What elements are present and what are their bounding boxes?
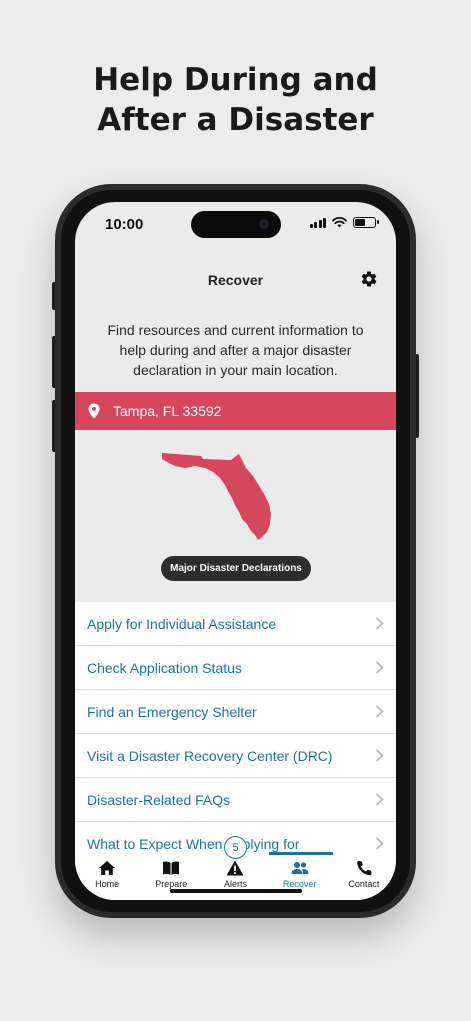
- florida-map: [162, 453, 271, 540]
- chevron-right-icon: [375, 705, 384, 718]
- tab-recover[interactable]: Recover: [268, 854, 332, 900]
- camera-icon: [259, 219, 269, 229]
- list-item-label: Disaster-Related FAQs: [87, 791, 231, 808]
- marketing-headline: Help During and After a Disaster: [0, 60, 471, 140]
- cellular-signal-icon: [309, 217, 326, 228]
- intro-text: Find resources and current information t…: [107, 322, 364, 378]
- tab-label: Alerts: [223, 879, 247, 889]
- page-title: Recover: [207, 272, 264, 288]
- chevron-right-icon: [375, 837, 384, 850]
- resource-list: Apply for Individual Assistance Check Ap…: [75, 602, 396, 854]
- list-item-label: Apply for Individual Assistance: [87, 615, 277, 632]
- active-tab-indicator: [269, 852, 333, 855]
- location-pin-icon: [88, 403, 100, 419]
- phone-icon: [357, 861, 372, 876]
- battery-icon: [353, 217, 379, 228]
- chevron-right-icon: [375, 661, 384, 674]
- tab-label: Home: [95, 879, 120, 889]
- list-item-check-application-status[interactable]: Check Application Status: [75, 646, 396, 690]
- phone-screen: 10:00 Recover Find resources and current…: [75, 202, 396, 900]
- status-icons: [309, 217, 379, 228]
- list-item-label: Visit a Disaster Recovery Center (DRC): [87, 747, 333, 764]
- chevron-right-icon: [375, 793, 384, 806]
- tab-label: Contact: [348, 879, 380, 889]
- list-item-label: Check Application Status: [87, 659, 242, 676]
- home-icon: [99, 861, 116, 875]
- headline-line-1: Help During and: [93, 62, 378, 98]
- status-bar: 10:00: [75, 202, 396, 248]
- major-disaster-declarations-button[interactable]: Major Disaster Declarations: [161, 556, 311, 581]
- wifi-icon: [332, 217, 347, 228]
- tab-alerts[interactable]: Alerts: [203, 854, 267, 900]
- location-bar[interactable]: Tampa, FL 33592: [75, 392, 396, 430]
- tab-label: Recover: [282, 879, 317, 889]
- list-item-apply-individual-assistance[interactable]: Apply for Individual Assistance: [75, 602, 396, 646]
- headline-line-2: After a Disaster: [97, 102, 374, 138]
- tab-contact[interactable]: Contact: [332, 854, 396, 900]
- dynamic-island: [191, 211, 281, 238]
- list-item-find-emergency-shelter[interactable]: Find an Emergency Shelter: [75, 690, 396, 734]
- book-icon: [163, 861, 180, 875]
- phone-frame: 10:00 Recover Find resources and current…: [55, 184, 416, 918]
- status-time: 10:00: [105, 216, 144, 233]
- people-icon: [291, 862, 309, 874]
- tab-home[interactable]: Home: [75, 854, 139, 900]
- gear-icon[interactable]: [360, 270, 378, 288]
- list-item-label: Find an Emergency Shelter: [87, 703, 257, 720]
- tab-prepare[interactable]: Prepare: [139, 854, 203, 900]
- list-item-label: What to Expect When Applying for: [87, 835, 300, 852]
- location-text: Tampa, FL 33592: [113, 403, 222, 419]
- tab-label: Prepare: [155, 879, 188, 889]
- chevron-right-icon: [375, 617, 384, 630]
- map-area: Major Disaster Declarations: [75, 430, 396, 602]
- alerts-count-badge: 5: [224, 836, 247, 859]
- tab-bar: Home Prepare Alerts Recover Contact: [75, 854, 396, 900]
- warning-icon: [226, 860, 244, 876]
- home-indicator[interactable]: [170, 889, 302, 893]
- list-item-visit-drc[interactable]: Visit a Disaster Recovery Center (DRC): [75, 734, 396, 778]
- list-item-disaster-faqs[interactable]: Disaster-Related FAQs: [75, 778, 396, 822]
- chevron-right-icon: [375, 749, 384, 762]
